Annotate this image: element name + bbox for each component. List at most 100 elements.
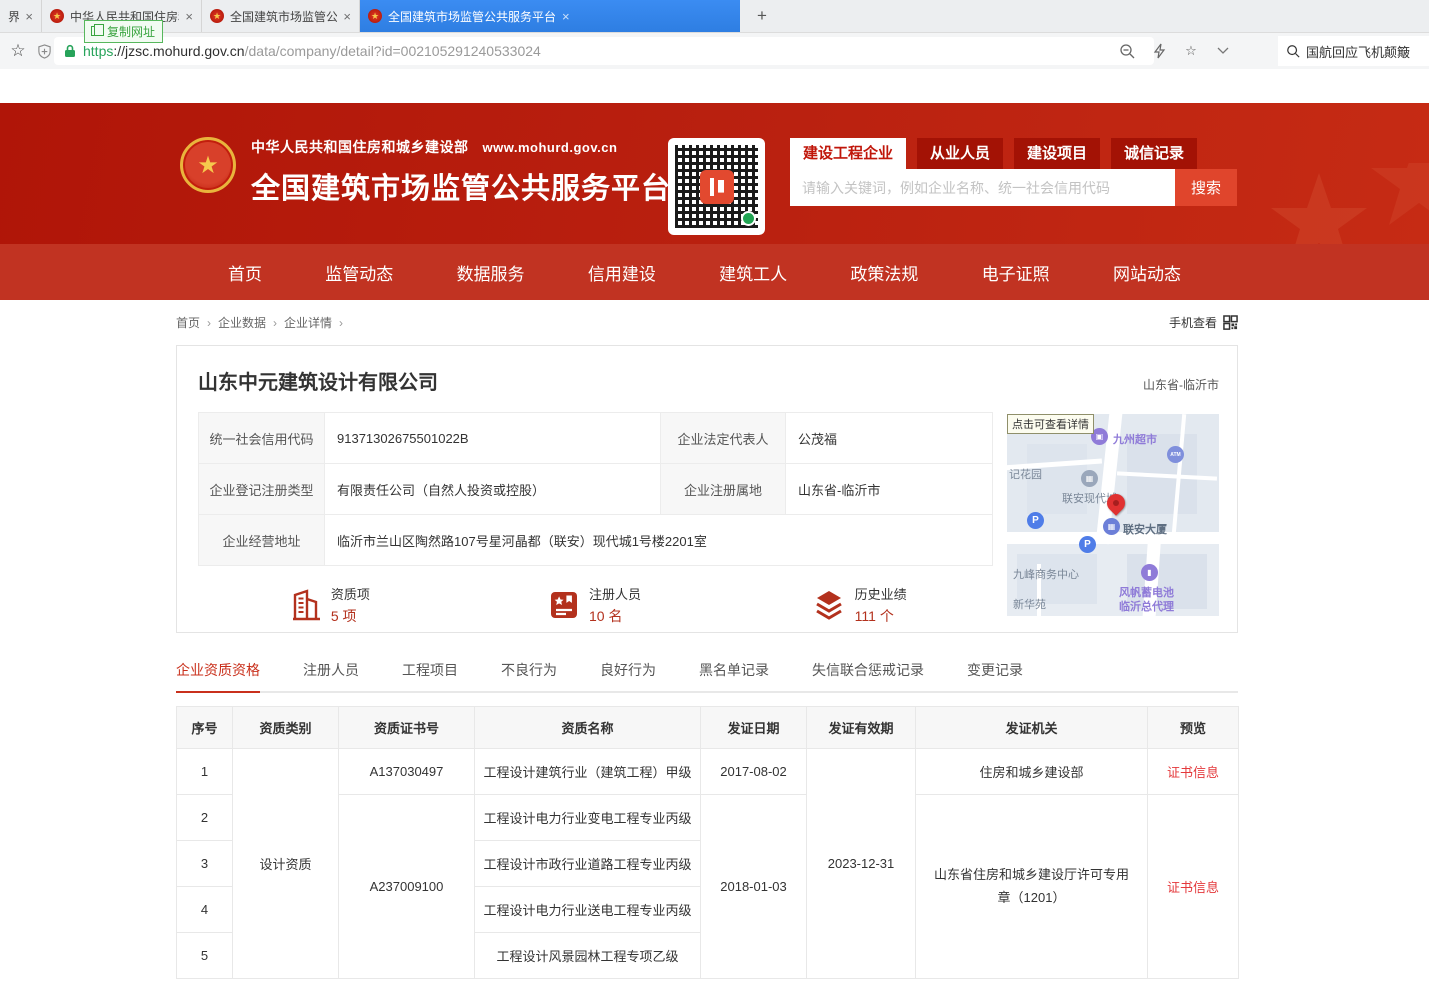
browser-tab-active[interactable]: ★ 全国建筑市场监管公共服务平台 (360, 0, 740, 32)
col-资质名称: 资质名称 (475, 707, 701, 749)
stat-qualifications[interactable]: 资质项 5 项 (198, 584, 463, 626)
nav-item-site-news[interactable]: 网站动态 (1113, 260, 1181, 285)
bookmark-star-icon[interactable]: ☆ (8, 41, 28, 61)
certificate-info-link[interactable]: 证书信息 (1167, 880, 1219, 895)
stat-value: 5 项 (331, 606, 370, 626)
close-icon[interactable] (185, 9, 193, 24)
tab-blacklist[interactable]: 黑名单记录 (699, 660, 769, 691)
national-emblem-icon: ★ (180, 137, 236, 193)
url-bar[interactable]: https://jzsc.mohurd.gov.cn/data/company/… (54, 37, 1154, 65)
row-no: 1 (177, 749, 233, 795)
tab-projects[interactable]: 工程项目 (402, 660, 458, 691)
field-value-reg-region: 山东省-临沂市 (786, 464, 993, 515)
nav-item-workers[interactable]: 建筑工人 (719, 260, 787, 285)
building-poi-icon: ▦ (1081, 470, 1098, 487)
search-button[interactable]: 搜索 (1175, 169, 1237, 206)
close-icon[interactable] (343, 9, 351, 24)
map-label-supermarket: 九州超市 (1113, 431, 1157, 447)
qualification-name: 工程设计市政行业道路工程专业丙级 (475, 841, 701, 887)
stat-label: 资质项 (331, 584, 370, 603)
quick-search-box[interactable]: 国航回应飞机颠簸 (1278, 36, 1429, 66)
qualification-name: 工程设计风景园林工程专项乙级 (475, 933, 701, 979)
new-tab-button[interactable] (748, 0, 776, 32)
nav-item-data-service[interactable]: 数据服务 (457, 260, 525, 285)
field-label: 企业经营地址 (199, 515, 325, 566)
location-map[interactable]: ▣ 九州超市 ATM 记花园 ▦ 联安现代城 ▦ 联安大厦 P P 九峰商务中心… (1007, 414, 1219, 616)
row-no: 4 (177, 887, 233, 933)
qr-center-logo-icon (700, 170, 734, 204)
search-tab-project[interactable]: 建设项目 (1014, 138, 1100, 169)
qualification-name: 工程设计建筑行业（建筑工程）甲级 (475, 749, 701, 795)
zoom-out-icon[interactable] (1117, 41, 1137, 61)
building-icon (291, 589, 321, 621)
nav-item-policy[interactable]: 政策法规 (850, 260, 918, 285)
favorite-star-icon[interactable]: ☆ (1181, 41, 1201, 61)
qualification-table: 序号 资质类别 资质证书号 资质名称 发证日期 发证有效期 发证机关 预览 1 … (176, 706, 1239, 979)
qr-mini-icon (1223, 315, 1238, 330)
flag-star-decoration (1249, 163, 1429, 244)
search-tab-enterprise[interactable]: 建设工程企业 (790, 138, 906, 169)
row-no: 2 (177, 795, 233, 841)
mobile-view-link[interactable]: 手机查看 (1169, 314, 1238, 331)
company-info-table: 统一社会信用代码 91371302675501022B 企业法定代表人 公茂福 … (198, 412, 993, 566)
keyword-search-input[interactable] (790, 169, 1175, 206)
close-icon[interactable] (562, 9, 570, 24)
cert-number: A237009100 (339, 795, 475, 979)
copy-url-tooltip-label: 复制网址 (107, 25, 155, 39)
stat-label: 注册人员 (589, 584, 641, 603)
field-label: 统一社会信用代码 (199, 413, 325, 464)
breadcrumb-enterprise-detail: 企业详情 (284, 314, 350, 331)
emblem-favicon-icon: ★ (210, 9, 224, 23)
parking-icon: P (1079, 536, 1096, 553)
url-text[interactable]: https://jzsc.mohurd.gov.cn/data/company/… (83, 43, 541, 59)
tab-label: 界 (8, 8, 19, 25)
close-icon[interactable] (25, 9, 33, 24)
url-scheme: https (83, 43, 113, 59)
qr-code-icon (675, 145, 758, 228)
cert-number: A137030497 (339, 749, 475, 795)
tab-bad-behavior[interactable]: 不良行为 (501, 660, 557, 691)
copy-url-tooltip: 复制网址 (84, 20, 163, 43)
mobile-view-label: 手机查看 (1169, 314, 1217, 331)
field-label: 企业法定代表人 (661, 413, 786, 464)
chevron-down-icon[interactable] (1213, 41, 1233, 61)
field-value-reg-type: 有限责任公司（自然人投资或控股） (325, 464, 661, 515)
search-tab-personnel[interactable]: 从业人员 (917, 138, 1003, 169)
nav-item-home[interactable]: 首页 (228, 260, 262, 285)
browser-tab-2[interactable]: ★ 全国建筑市场监管公共服务平台 (202, 0, 360, 32)
site-title: 全国建筑市场监管公共服务平台 (251, 165, 671, 207)
tab-qualifications[interactable]: 企业资质资格 (176, 660, 260, 691)
browser-tab-bar: 界 ★ 中华人民共和国住房和城乡建设 ★ 全国建筑市场监管公共服务平台 ★ 全国… (0, 0, 1429, 33)
browser-tab-0[interactable]: 界 (0, 0, 42, 32)
nav-item-supervision[interactable]: 监管动态 (325, 260, 393, 285)
battery-poi-icon: ▮ (1141, 564, 1158, 581)
company-stats: 资质项 5 项 注册人员 10 名 历史业绩 111 个 (198, 584, 992, 626)
issue-date: 2018-01-03 (701, 795, 807, 979)
tab-change-records[interactable]: 变更记录 (967, 660, 1023, 691)
tab-dishonesty-records[interactable]: 失信联合惩戒记录 (812, 660, 924, 691)
map-label-jiufeng: 九峰商务中心 (1013, 566, 1079, 582)
search-tab-credit[interactable]: 诚信记录 (1111, 138, 1197, 169)
tab-registered-personnel[interactable]: 注册人员 (303, 660, 359, 691)
lock-icon (64, 44, 76, 58)
certificate-info-link[interactable]: 证书信息 (1167, 765, 1219, 780)
nav-item-credit[interactable]: 信用建设 (588, 260, 656, 285)
breadcrumb-enterprise-data[interactable]: 企业数据 (218, 314, 284, 331)
tab-label: 全国建筑市场监管公共服务平台 (388, 8, 556, 25)
emblem-favicon-icon: ★ (368, 9, 382, 23)
stat-registered-personnel[interactable]: 注册人员 10 名 (463, 584, 728, 626)
emblem-favicon-icon: ★ (50, 9, 64, 23)
nav-item-e-license[interactable]: 电子证照 (982, 260, 1050, 285)
stat-historical-performance[interactable]: 历史业绩 111 个 (727, 584, 992, 626)
shield-icon[interactable] (34, 41, 54, 61)
parking-icon: P (1027, 512, 1044, 529)
tab-good-behavior[interactable]: 良好行为 (600, 660, 656, 691)
lightning-icon[interactable] (1149, 41, 1169, 61)
col-序号: 序号 (177, 707, 233, 749)
col-发证有效期: 发证有效期 (807, 707, 916, 749)
field-label: 企业登记注册类型 (199, 464, 325, 515)
col-发证机关: 发证机关 (916, 707, 1148, 749)
breadcrumb-home[interactable]: 首页 (176, 314, 218, 331)
site-url: www.mohurd.gov.cn (483, 140, 618, 155)
ministry-line: 中华人民共和国住房和城乡建设部www.mohurd.gov.cn (251, 137, 671, 157)
